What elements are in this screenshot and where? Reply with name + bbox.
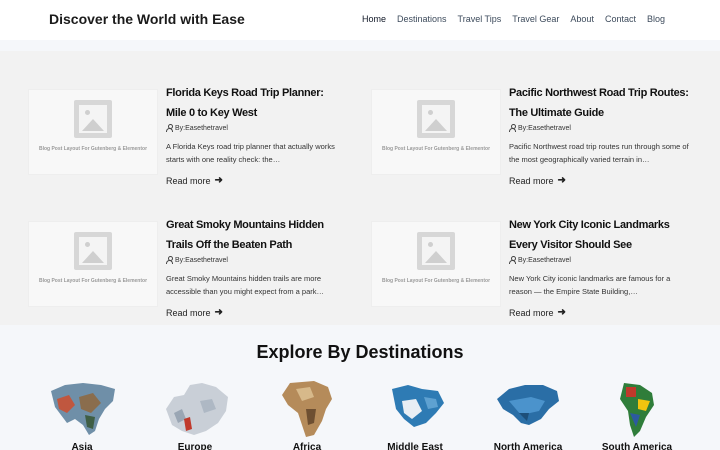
nav-home[interactable]: Home [362, 14, 386, 24]
image-placeholder-icon [417, 100, 455, 138]
region-south-america[interactable]: South America [592, 377, 682, 450]
blog-posts-section: Blog Post Layout For Gutenberg & Element… [0, 51, 720, 325]
region-africa[interactable]: Africa [262, 377, 352, 450]
post-title[interactable]: New York City Iconic Landmarks Every Vis… [509, 215, 689, 255]
post-title[interactable]: Great Smoky Mountains Hidden Trails Off … [166, 215, 346, 255]
user-icon [166, 124, 173, 132]
post-excerpt: Great Smoky Mountains hidden trails are … [166, 274, 324, 296]
image-placeholder-icon [74, 232, 112, 270]
read-more-label: Read more [166, 307, 211, 318]
region-label: Europe [177, 442, 213, 450]
site-title[interactable]: Discover the World with Ease [49, 11, 245, 27]
nav-about[interactable]: About [570, 14, 594, 24]
post-excerpt: New York City iconic landmarks are famou… [509, 274, 671, 296]
africa-map-image [282, 381, 332, 437]
europe-map-image [166, 383, 228, 435]
arrow-right-icon: ➜ [557, 307, 566, 318]
region-label: Asia [71, 442, 93, 450]
user-icon [509, 256, 516, 264]
destinations-heading: Explore By Destinations [256, 342, 464, 362]
post-title[interactable]: Florida Keys Road Trip Planner: Mile 0 t… [166, 83, 346, 123]
post-author: By:Easethetravel [166, 256, 228, 264]
post-title[interactable]: Pacific Northwest Road Trip Routes: The … [509, 83, 689, 123]
south-america-map-image [620, 383, 654, 437]
post-card: Blog Post Layout For Gutenberg & Element… [371, 51, 701, 186]
middle-east-map-image [392, 385, 444, 427]
main-nav: Home Destinations Travel Tips Travel Gea… [351, 14, 665, 24]
nav-blog[interactable]: Blog [647, 14, 665, 24]
post-author: By:Easethetravel [509, 256, 571, 264]
post-thumbnail[interactable]: Blog Post Layout For Gutenberg & Element… [371, 221, 501, 307]
post-card: Blog Post Layout For Gutenberg & Element… [28, 51, 358, 186]
post-author: By:Easethetravel [509, 124, 571, 132]
region-label: North America [493, 442, 563, 450]
thumbnail-caption: Blog Post Layout For Gutenberg & Element… [38, 278, 148, 284]
author-name: By:Easethetravel [175, 124, 228, 132]
post-card: Blog Post Layout For Gutenberg & Element… [371, 183, 701, 318]
author-name: By:Easethetravel [175, 256, 228, 264]
read-more-link[interactable]: Read more ➜ [509, 307, 566, 318]
user-icon [509, 124, 516, 132]
nav-travel-gear[interactable]: Travel Gear [512, 14, 559, 24]
region-north-america[interactable]: North America [483, 377, 573, 450]
post-excerpt: Pacific Northwest road trip routes run t… [509, 142, 689, 164]
read-more-link[interactable]: Read more ➜ [166, 307, 223, 318]
destinations-section: Explore By Destinations Asia Europe Afri… [0, 325, 720, 450]
post-author: By:Easethetravel [166, 124, 228, 132]
region-middle-east[interactable]: Middle East [370, 377, 460, 450]
post-excerpt: A Florida Keys road trip planner that ac… [166, 142, 335, 164]
region-europe[interactable]: Europe [150, 377, 240, 450]
nav-contact[interactable]: Contact [605, 14, 636, 24]
post-card: Blog Post Layout For Gutenberg & Element… [28, 183, 358, 318]
region-label: Africa [292, 442, 322, 450]
nav-travel-tips[interactable]: Travel Tips [458, 14, 502, 24]
post-thumbnail[interactable]: Blog Post Layout For Gutenberg & Element… [28, 221, 158, 307]
region-label: South America [601, 442, 673, 450]
north-america-map-image [497, 385, 559, 425]
read-more-label: Read more [509, 307, 554, 318]
header-divider [0, 40, 720, 51]
thumbnail-caption: Blog Post Layout For Gutenberg & Element… [381, 146, 491, 152]
author-name: By:Easethetravel [518, 124, 571, 132]
thumbnail-caption: Blog Post Layout For Gutenberg & Element… [381, 278, 491, 284]
arrow-right-icon: ➜ [214, 307, 223, 318]
nav-destinations[interactable]: Destinations [397, 14, 447, 24]
image-placeholder-icon [417, 232, 455, 270]
image-placeholder-icon [74, 100, 112, 138]
thumbnail-caption: Blog Post Layout For Gutenberg & Element… [38, 146, 148, 152]
post-thumbnail[interactable]: Blog Post Layout For Gutenberg & Element… [371, 89, 501, 175]
user-icon [166, 256, 173, 264]
author-name: By:Easethetravel [518, 256, 571, 264]
asia-map-image [51, 383, 115, 435]
region-asia[interactable]: Asia [37, 377, 127, 450]
region-label: Middle East [387, 442, 443, 450]
post-thumbnail[interactable]: Blog Post Layout For Gutenberg & Element… [28, 89, 158, 175]
site-header: Discover the World with Ease Home Destin… [0, 0, 720, 40]
